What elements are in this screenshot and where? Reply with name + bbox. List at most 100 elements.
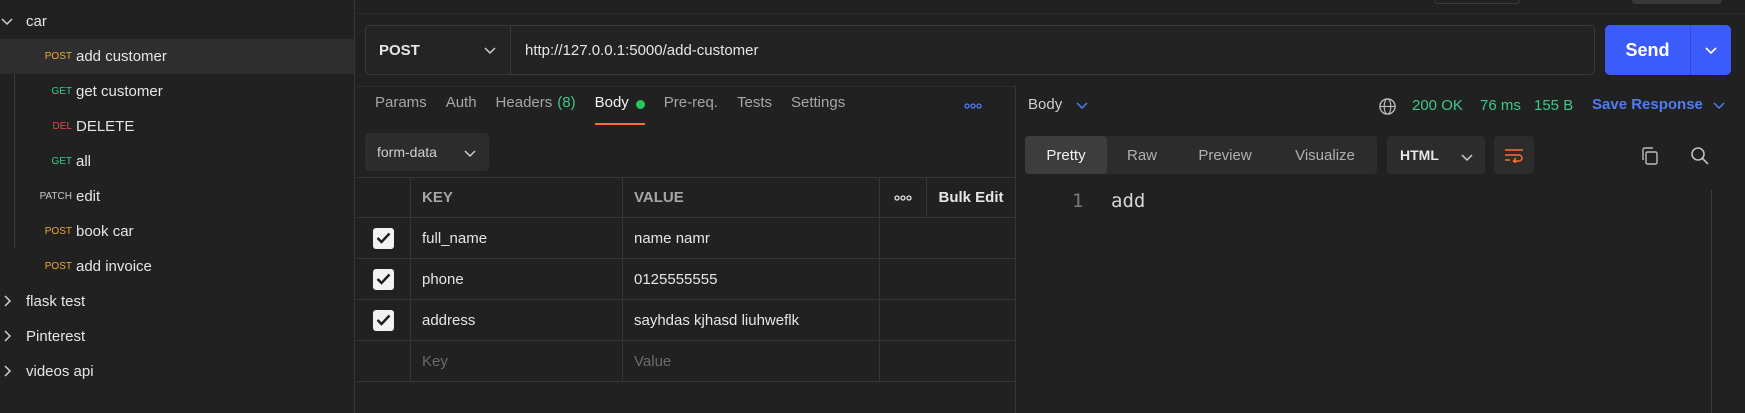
send-label: Send <box>1625 39 1670 60</box>
collections-sidebar: car POST add customer GET get customer D… <box>0 0 355 413</box>
language-select[interactable]: HTML <box>1387 136 1485 174</box>
method-badge: PATCH <box>39 191 72 202</box>
value-cell[interactable]: 0125555555 <box>623 259 880 299</box>
tab-settings[interactable]: Settings <box>791 94 845 124</box>
request-item-get-customer[interactable]: GET get customer <box>0 74 354 109</box>
key-cell[interactable]: phone <box>411 259 623 299</box>
request-item-edit[interactable]: PATCH edit <box>0 179 354 214</box>
tab-label: Settings <box>791 94 846 111</box>
row-checkbox[interactable] <box>372 227 394 249</box>
request-item-add-invoice[interactable]: POST add invoice <box>0 249 354 284</box>
method-badge: DEL <box>52 121 72 132</box>
view-tab-visualize[interactable]: Visualize <box>1273 136 1377 174</box>
save-response-button[interactable]: Save Response <box>1592 96 1725 113</box>
url-bar: POST <box>365 25 1595 75</box>
tab-label: Tests <box>736 94 772 111</box>
request-label: get customer <box>76 83 163 100</box>
request-item-delete[interactable]: DEL DELETE <box>0 109 354 144</box>
tab-label: Headers <box>495 94 553 111</box>
tab-auth[interactable]: Auth <box>446 94 477 124</box>
response-size[interactable]: 155 B <box>1534 97 1573 114</box>
tab-label: Body <box>594 94 629 111</box>
collection-label: car <box>26 13 47 30</box>
request-item-book-car[interactable]: POST book car <box>0 214 354 249</box>
collection-pinterest[interactable]: Pinterest <box>0 319 354 354</box>
checkmark-icon <box>376 232 390 244</box>
new-key-input[interactable]: Key <box>411 341 623 381</box>
request-item-all[interactable]: GET all <box>0 144 354 179</box>
body-type-value: form-data <box>377 144 437 160</box>
table-header: KEY VALUE Bulk Edit <box>356 177 1015 218</box>
key-cell[interactable]: full_name <box>411 218 623 258</box>
request-tabs: Params Auth Headers (8) Body Pre-req. Tes… <box>375 94 864 125</box>
tab-strip <box>356 0 1745 14</box>
request-item-add-customer[interactable]: POST add customer <box>0 39 354 74</box>
pane-divider[interactable] <box>1015 86 1016 413</box>
scrollbar[interactable] <box>1711 190 1712 413</box>
wrap-lines-icon <box>1505 149 1523 163</box>
tab-headers[interactable]: Headers (8) <box>496 94 576 124</box>
chevron-down-icon <box>1713 101 1725 109</box>
request-label: add invoice <box>76 258 152 275</box>
new-value-input[interactable]: Value <box>623 341 880 381</box>
chevron-down-icon <box>484 47 496 55</box>
more-options-icon[interactable] <box>963 100 983 112</box>
key-cell[interactable]: address <box>411 300 623 340</box>
chevron-down-icon <box>1705 47 1717 55</box>
chevron-down-icon <box>464 150 476 158</box>
url-input[interactable] <box>511 26 1594 74</box>
response-section-label: Body <box>1028 96 1063 113</box>
environment-control[interactable] <box>1434 0 1520 4</box>
send-options-dropdown[interactable] <box>1691 44 1731 56</box>
save-response-label: Save Response <box>1592 96 1703 113</box>
checkmark-icon <box>376 273 390 285</box>
checkmark-icon <box>376 314 390 326</box>
chevron-down-icon <box>1076 101 1088 109</box>
search-icon[interactable] <box>1690 146 1710 166</box>
tab-tests[interactable]: Tests <box>737 94 772 124</box>
view-tab-raw[interactable]: Raw <box>1107 136 1177 174</box>
row-checkbox[interactable] <box>372 309 394 331</box>
view-tab-preview[interactable]: Preview <box>1177 136 1273 174</box>
collection-car[interactable]: car <box>0 4 354 39</box>
toolbar-control[interactable] <box>1632 0 1722 4</box>
code-line: add <box>1111 190 1146 212</box>
value-cell[interactable]: sayhdas kjhasd liuhweflk <box>623 300 880 340</box>
more-options-icon <box>894 194 912 201</box>
status-code[interactable]: 200 OK <box>1412 97 1463 114</box>
table-row-new: Key Value <box>356 341 1015 382</box>
header-check-cell <box>356 178 411 217</box>
globe-icon[interactable] <box>1378 97 1397 116</box>
response-section-select[interactable]: Body <box>1028 96 1088 113</box>
send-button[interactable]: Send <box>1605 25 1731 75</box>
row-checkbox[interactable] <box>372 268 394 290</box>
value-column-header: VALUE <box>623 178 880 217</box>
row-check-cell <box>356 341 411 381</box>
tab-body[interactable]: Body <box>594 94 646 125</box>
method-select[interactable]: POST <box>366 26 511 74</box>
tab-params[interactable]: Params <box>375 94 427 124</box>
chevron-down-icon <box>1461 154 1473 162</box>
request-label: DELETE <box>76 118 135 135</box>
copy-icon[interactable] <box>1640 146 1660 166</box>
request-label: edit <box>76 188 101 205</box>
view-tab-pretty[interactable]: Pretty <box>1025 136 1107 174</box>
collection-flask-test[interactable]: flask test <box>0 284 354 319</box>
response-time[interactable]: 76 ms <box>1480 97 1521 114</box>
wrap-lines-button[interactable] <box>1494 136 1534 174</box>
tab-label: Auth <box>445 94 477 111</box>
bulk-edit-button[interactable]: Bulk Edit <box>927 178 1015 217</box>
column-options-button[interactable] <box>880 178 927 217</box>
body-type-select[interactable]: form-data <box>365 133 489 171</box>
separator <box>356 86 1015 87</box>
tab-label: Pre-req. <box>663 94 718 111</box>
request-label: all <box>76 153 92 170</box>
value-cell[interactable]: name namr <box>623 218 880 258</box>
tab-label: Params <box>375 94 427 111</box>
collection-videos-api[interactable]: videos api <box>0 354 354 389</box>
language-value: HTML <box>1400 147 1439 163</box>
request-label: book car <box>76 223 134 240</box>
row-check-cell <box>356 259 411 299</box>
method-value: POST <box>379 41 420 59</box>
tab-pre-request[interactable]: Pre-req. <box>664 94 718 124</box>
